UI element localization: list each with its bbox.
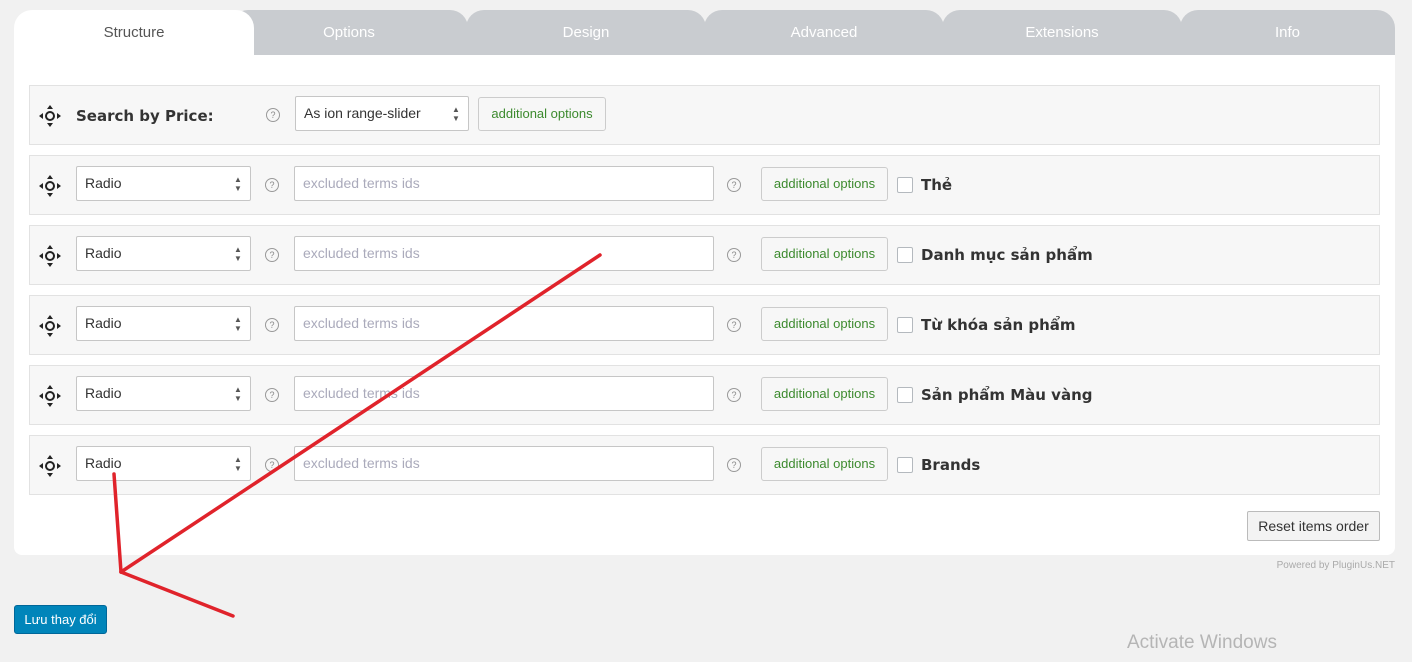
price-type-select[interactable]: As ion range-slider ▲ ▼ bbox=[295, 96, 469, 131]
view-type-select-value: Radio bbox=[85, 315, 122, 331]
select-arrows-icon: ▲ ▼ bbox=[234, 175, 242, 193]
additional-options-button[interactable]: additional options bbox=[478, 97, 606, 131]
excluded-terms-input[interactable]: excluded terms ids bbox=[294, 446, 714, 481]
help-icon[interactable]: ? bbox=[265, 318, 279, 332]
help-icon[interactable]: ? bbox=[727, 458, 741, 472]
filter-row: Radio ▲ ▼ ? excluded terms ids ? addition… bbox=[29, 435, 1380, 495]
select-arrows-icon: ▲ ▼ bbox=[234, 385, 242, 403]
excluded-terms-input[interactable]: excluded terms ids bbox=[294, 376, 714, 411]
additional-options-button[interactable]: additional options bbox=[761, 237, 888, 271]
help-icon[interactable]: ? bbox=[266, 108, 280, 122]
tab-extensions[interactable]: Extensions bbox=[942, 10, 1182, 55]
help-icon[interactable]: ? bbox=[727, 248, 741, 262]
additional-options-button[interactable]: additional options bbox=[761, 307, 888, 341]
tab-options[interactable]: Options bbox=[230, 10, 468, 55]
taxonomy-label: Từ khóa sản phẩm bbox=[921, 316, 1076, 334]
excluded-terms-input[interactable]: excluded terms ids bbox=[294, 166, 714, 201]
taxonomy-label: Danh mục sản phẩm bbox=[921, 246, 1093, 264]
help-icon[interactable]: ? bbox=[727, 388, 741, 402]
powered-by-text: Powered by PluginUs.NET bbox=[1276, 560, 1395, 571]
view-type-select[interactable]: Radio ▲ ▼ bbox=[76, 166, 251, 201]
additional-options-button[interactable]: additional options bbox=[761, 377, 888, 411]
view-type-select-value: Radio bbox=[85, 455, 122, 471]
tab-advanced[interactable]: Advanced bbox=[704, 10, 944, 55]
additional-options-button[interactable]: additional options bbox=[761, 447, 888, 481]
view-type-select-value: Radio bbox=[85, 245, 122, 261]
enable-checkbox[interactable] bbox=[897, 457, 913, 473]
move-icon[interactable] bbox=[39, 385, 61, 407]
price-type-select-value: As ion range-slider bbox=[304, 105, 421, 121]
taxonomy-label: Sản phẩm Màu vàng bbox=[921, 386, 1093, 404]
taxonomy-label: Brands bbox=[921, 456, 981, 474]
price-row-label: Search by Price: bbox=[76, 107, 214, 125]
reset-items-order-button[interactable]: Reset items order bbox=[1247, 511, 1380, 541]
tab-structure[interactable]: Structure bbox=[14, 10, 254, 55]
filter-row: Radio ▲ ▼ ? excluded terms ids ? addition… bbox=[29, 295, 1380, 355]
move-icon[interactable] bbox=[39, 105, 61, 127]
additional-options-button[interactable]: additional options bbox=[761, 167, 888, 201]
view-type-select[interactable]: Radio ▲ ▼ bbox=[76, 376, 251, 411]
tab-design[interactable]: Design bbox=[466, 10, 706, 55]
tab-bar: Structure Options Design Advanced Extens… bbox=[14, 10, 1395, 55]
view-type-select-value: Radio bbox=[85, 175, 122, 191]
excluded-terms-input[interactable]: excluded terms ids bbox=[294, 306, 714, 341]
select-arrows-icon: ▲ ▼ bbox=[234, 455, 242, 473]
help-icon[interactable]: ? bbox=[727, 318, 741, 332]
select-arrows-icon: ▲ ▼ bbox=[452, 105, 460, 123]
help-icon[interactable]: ? bbox=[265, 388, 279, 402]
move-icon[interactable] bbox=[39, 245, 61, 267]
view-type-select-value: Radio bbox=[85, 385, 122, 401]
filter-row: Radio ▲ ▼ ? excluded terms ids ? addition… bbox=[29, 155, 1380, 215]
help-icon[interactable]: ? bbox=[265, 248, 279, 262]
view-type-select[interactable]: Radio ▲ ▼ bbox=[76, 236, 251, 271]
move-icon[interactable] bbox=[39, 175, 61, 197]
excluded-terms-input[interactable]: excluded terms ids bbox=[294, 236, 714, 271]
select-arrows-icon: ▲ ▼ bbox=[234, 245, 242, 263]
filter-row: Radio ▲ ▼ ? excluded terms ids ? addition… bbox=[29, 225, 1380, 285]
help-icon[interactable]: ? bbox=[727, 178, 741, 192]
price-row: Search by Price: ? As ion range-slider ▲… bbox=[29, 85, 1380, 145]
taxonomy-label: Thẻ bbox=[921, 176, 953, 194]
save-changes-button[interactable]: Lưu thay đổi bbox=[14, 605, 107, 634]
view-type-select[interactable]: Radio ▲ ▼ bbox=[76, 306, 251, 341]
filter-row: Radio ▲ ▼ ? excluded terms ids ? addition… bbox=[29, 365, 1380, 425]
move-icon[interactable] bbox=[39, 315, 61, 337]
activate-windows-watermark: Activate Windows bbox=[1127, 632, 1277, 653]
structure-panel: Search by Price: ? As ion range-slider ▲… bbox=[14, 55, 1395, 555]
help-icon[interactable]: ? bbox=[265, 178, 279, 192]
move-icon[interactable] bbox=[39, 455, 61, 477]
select-arrows-icon: ▲ ▼ bbox=[234, 315, 242, 333]
enable-checkbox[interactable] bbox=[897, 177, 913, 193]
enable-checkbox[interactable] bbox=[897, 247, 913, 263]
enable-checkbox[interactable] bbox=[897, 317, 913, 333]
view-type-select[interactable]: Radio ▲ ▼ bbox=[76, 446, 251, 481]
tab-info[interactable]: Info bbox=[1180, 10, 1395, 55]
help-icon[interactable]: ? bbox=[265, 458, 279, 472]
enable-checkbox[interactable] bbox=[897, 387, 913, 403]
